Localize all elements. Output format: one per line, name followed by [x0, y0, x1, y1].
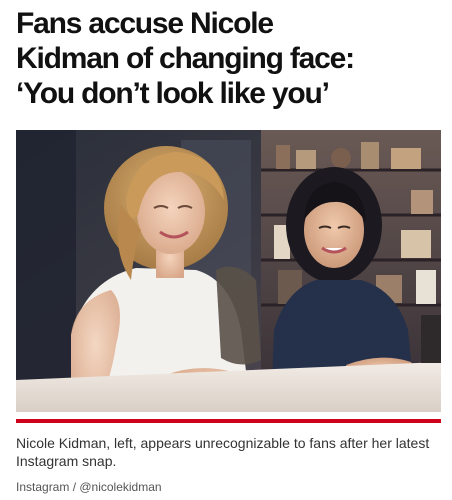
article-headline: Fans accuse Nicole Kidman of changing fa… — [16, 6, 446, 111]
headline-line-2: Kidman of changing face: — [16, 42, 355, 75]
photo-credit: Instagram / @nicolekidman — [16, 480, 162, 494]
article-photo — [16, 130, 441, 412]
photo-illustration — [16, 130, 441, 412]
red-divider-rule — [16, 419, 441, 423]
headline-line-3: ‘You don’t look like you’ — [16, 77, 330, 110]
headline-line-1: Fans accuse Nicole — [16, 7, 274, 40]
photo-caption: Nicole Kidman, left, appears unrecogniza… — [16, 435, 430, 469]
